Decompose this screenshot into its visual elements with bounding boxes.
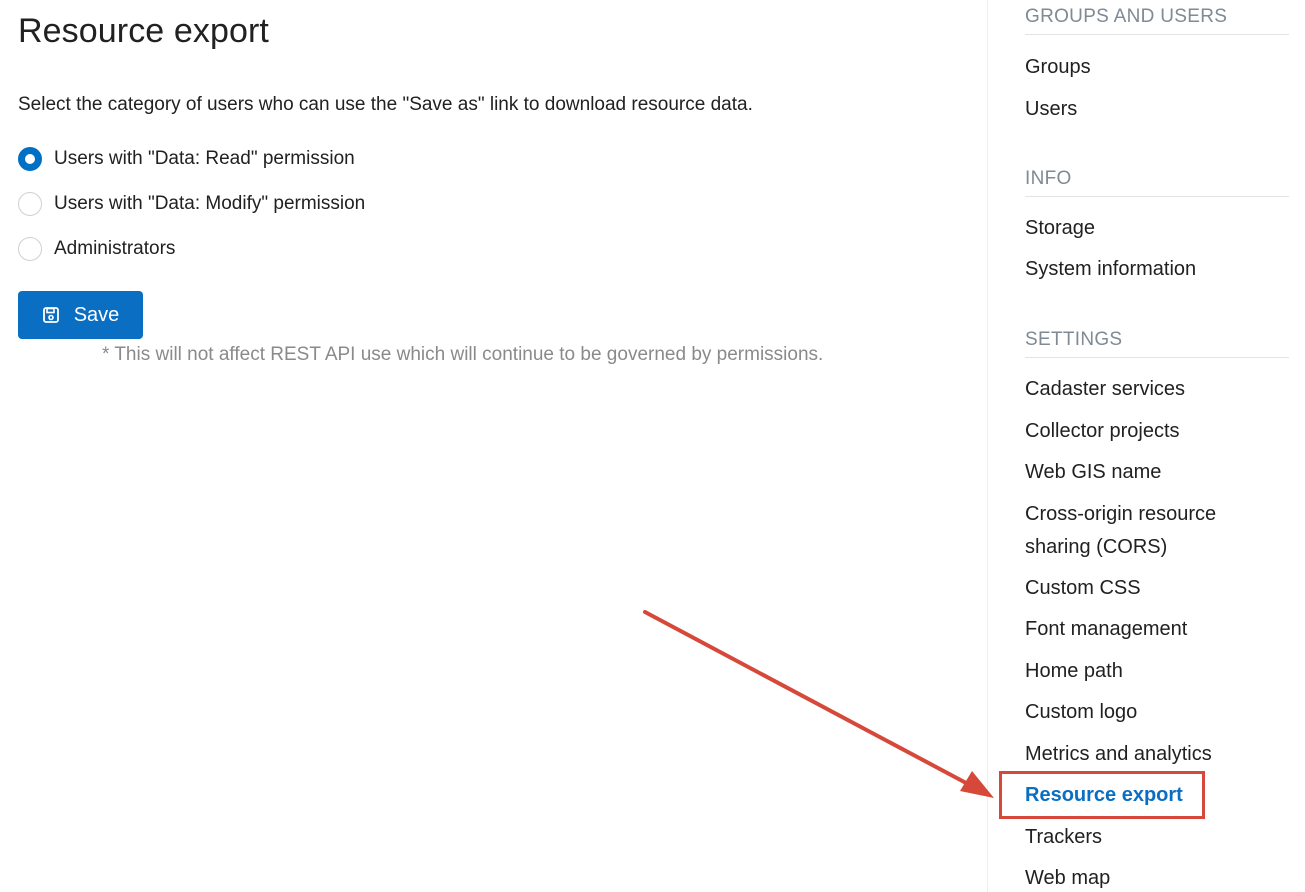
sidebar-item-storage[interactable]: Storage — [1025, 208, 1289, 249]
sidebar-item-groups[interactable]: Groups — [1025, 46, 1289, 88]
permission-radio-group: Users with "Data: Read" permission Users… — [18, 136, 365, 271]
radio-button-icon[interactable] — [18, 191, 42, 216]
sidebar-item-web-map[interactable]: Web map — [1025, 858, 1289, 892]
sidebar-item-resource-export[interactable]: Resource export — [1025, 775, 1289, 817]
sidebar-item-cadaster-services[interactable]: Cadaster services — [1025, 369, 1289, 411]
sidebar-item-users[interactable]: Users — [1025, 88, 1289, 130]
radio-button-checked-icon[interactable] — [18, 146, 42, 171]
radio-option-data-modify[interactable]: Users with "Data: Modify" permission — [18, 181, 365, 226]
sidebar-section-info: INFO Storage System information — [1025, 168, 1289, 290]
section-header: GROUPS AND USERS — [1025, 6, 1289, 35]
sidebar-item-metrics-and-analytics[interactable]: Metrics and analytics — [1025, 734, 1289, 776]
sidebar-item-cors[interactable]: Cross-origin resource sharing (CORS) — [1025, 494, 1235, 568]
description-text: Select the category of users who can use… — [18, 94, 753, 115]
sidebar-item-font-management[interactable]: Font management — [1025, 609, 1289, 651]
page: Resource export Select the category of u… — [0, 0, 1305, 892]
floppy-disk-icon — [42, 306, 60, 324]
section-header: SETTINGS — [1025, 329, 1289, 358]
radio-option-administrators[interactable]: Administrators — [18, 226, 365, 271]
radio-button-icon[interactable] — [18, 236, 42, 261]
sidebar-item-custom-logo[interactable]: Custom logo — [1025, 692, 1289, 734]
sidebar-divider — [987, 0, 988, 892]
footnote-text: * This will not affect REST API use whic… — [102, 344, 824, 365]
sidebar-item-home-path[interactable]: Home path — [1025, 651, 1289, 693]
section-header: INFO — [1025, 168, 1289, 197]
save-button[interactable]: Save — [18, 291, 143, 339]
page-title: Resource export — [18, 12, 269, 50]
save-button-label: Save — [73, 303, 120, 326]
radio-option-data-read[interactable]: Users with "Data: Read" permission — [18, 136, 365, 181]
radio-label: Users with "Data: Read" permission — [54, 147, 355, 169]
sidebar-item-custom-css[interactable]: Custom CSS — [1025, 568, 1289, 610]
radio-label: Administrators — [54, 237, 176, 259]
radio-label: Users with "Data: Modify" permission — [54, 192, 366, 214]
sidebar-item-trackers[interactable]: Trackers — [1025, 817, 1289, 859]
sidebar-section-groups-and-users: GROUPS AND USERS Groups Users — [1025, 6, 1289, 130]
sidebar-item-web-gis-name[interactable]: Web GIS name — [1025, 452, 1289, 494]
sidebar-item-collector-projects[interactable]: Collector projects — [1025, 411, 1289, 453]
main-content: Resource export Select the category of u… — [0, 0, 987, 892]
sidebar-item-system-information[interactable]: System information — [1025, 249, 1289, 290]
sidebar-section-settings: SETTINGS Cadaster services Collector pro… — [1025, 329, 1289, 892]
